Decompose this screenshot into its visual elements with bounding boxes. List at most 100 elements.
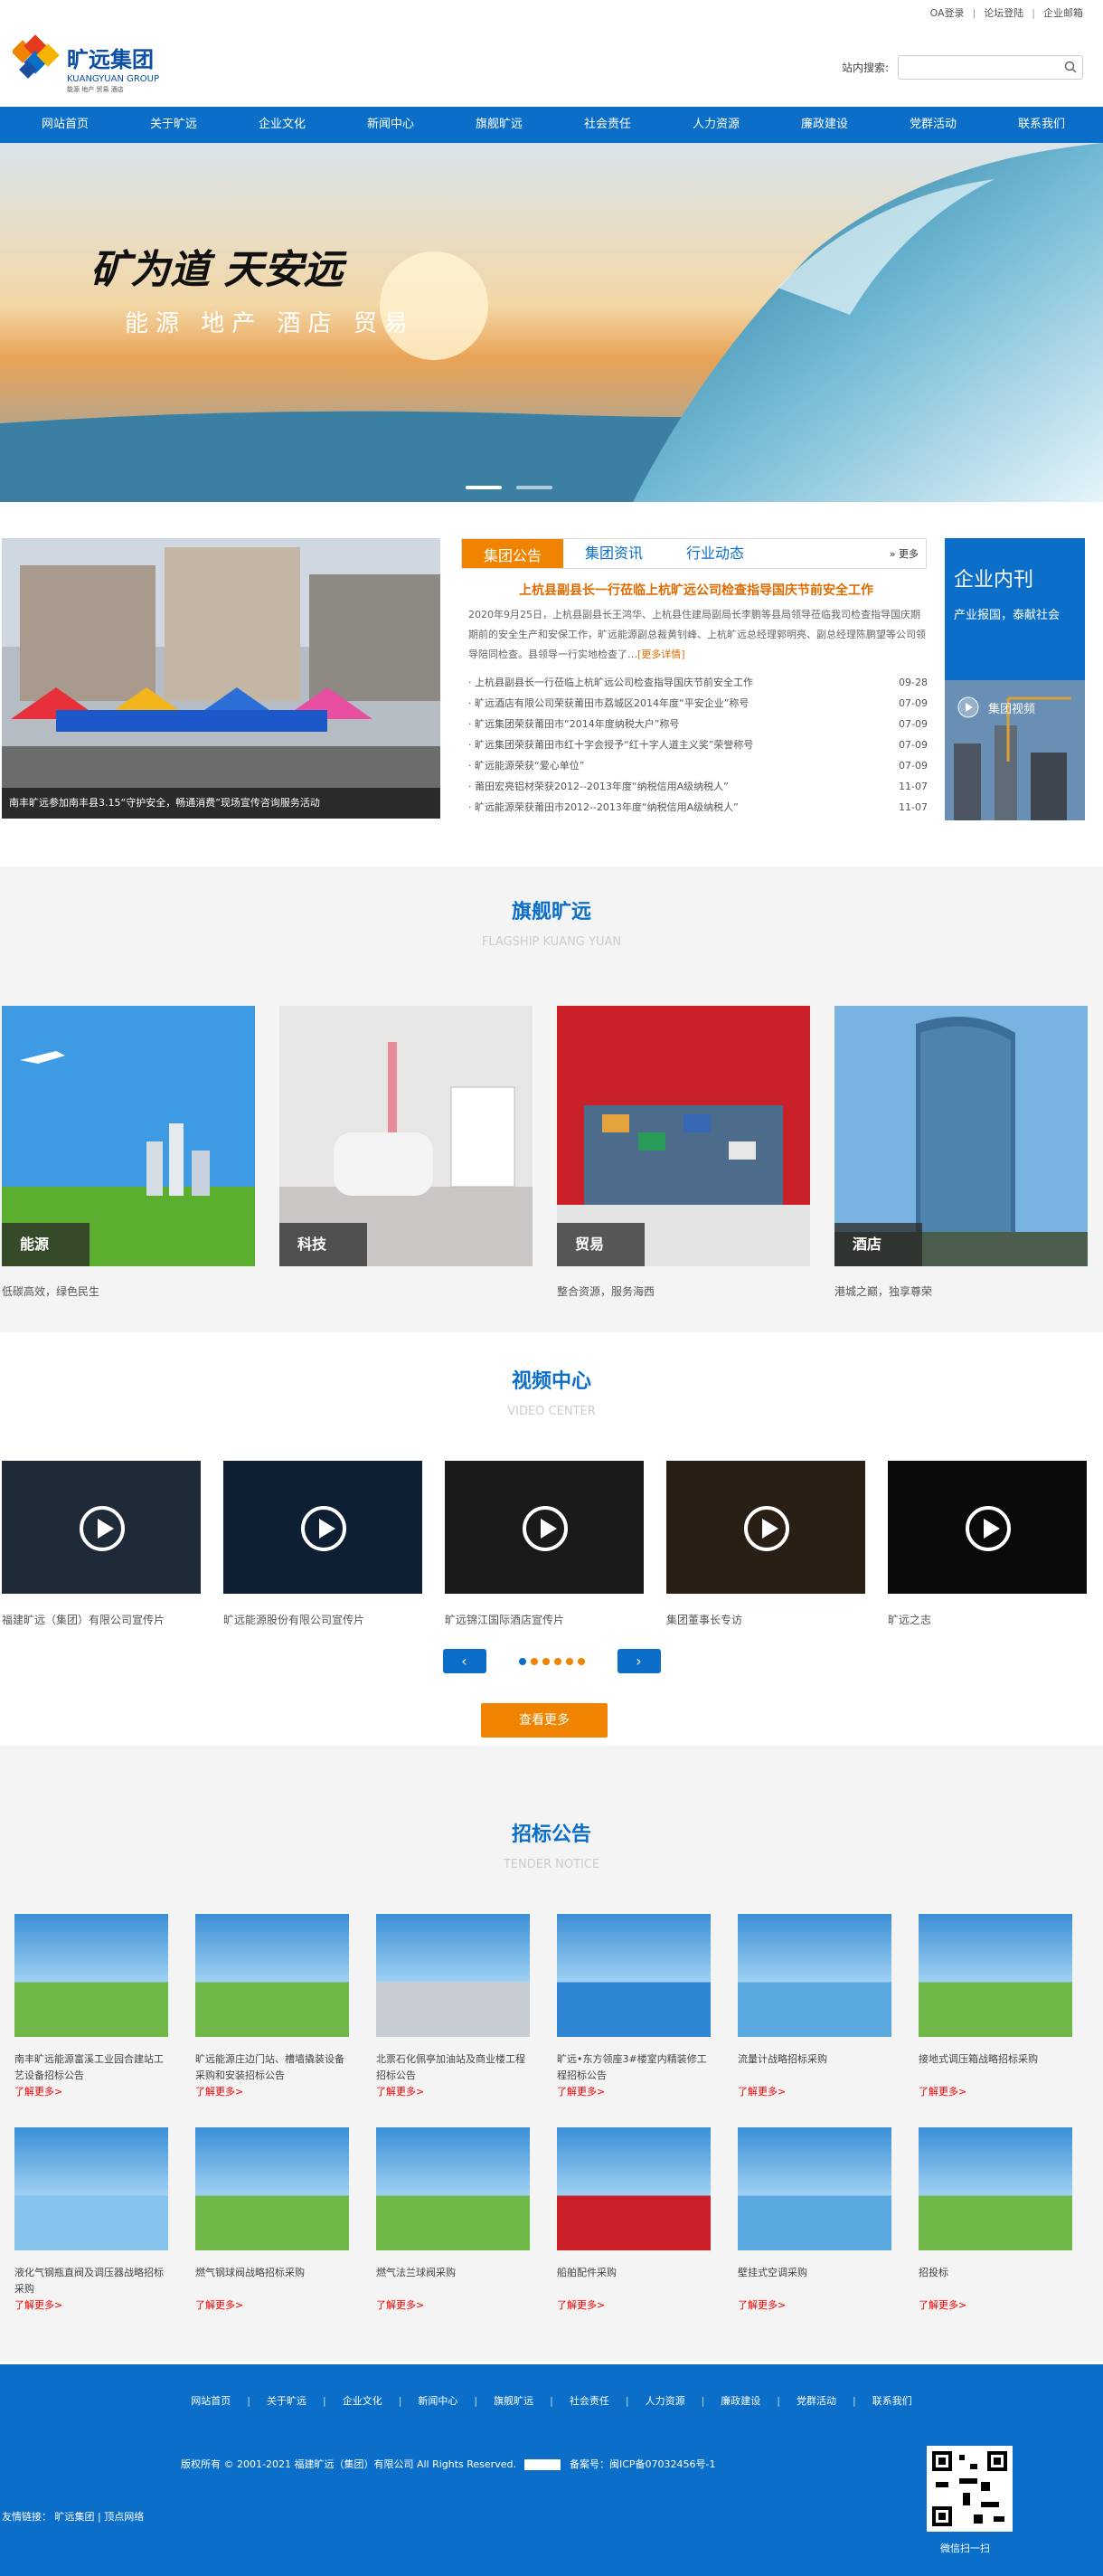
tender-item[interactable]: 招投标 了解更多> [919, 2127, 1072, 2341]
nav-hr[interactable]: 人力资源 [662, 107, 770, 143]
footer-nav-item[interactable]: 社会责任 [570, 2393, 609, 2408]
nav-responsibility[interactable]: 社会责任 [553, 107, 662, 143]
tender-title[interactable]: 南丰旷远能源富溪工业园合建站工艺设备招标公告 [14, 2051, 168, 2084]
email-link[interactable]: 企业邮箱 [1043, 5, 1083, 20]
magazine-card[interactable]: 企业内刊 产业报国，泰献社会 集团视频 [945, 538, 1085, 820]
list-item[interactable]: 旷远集团荣获莆田市“2014年度纳税大户”称号 07-09 [468, 714, 928, 734]
learn-more-link[interactable]: 了解更多> [195, 2084, 349, 2098]
nav-news[interactable]: 新闻中心 [336, 107, 445, 143]
tender-title[interactable]: 壁挂式空调采购 [738, 2265, 891, 2297]
nav-flagship[interactable]: 旗舰旷远 [445, 107, 553, 143]
logo[interactable]: 旷远集团 KUANGYUAN GROUP 能源 地产 贸易 酒店 [13, 34, 203, 96]
tender-item[interactable]: 北票石化佩亭加油站及商业楼工程招标公告 了解更多> [376, 1914, 530, 2127]
tender-item[interactable]: 旷远能源庄边门站、槽墙撬装设备采购和安装招标公告 了解更多> [195, 1914, 349, 2127]
news-detail-link[interactable]: [更多详情] [637, 649, 685, 660]
tender-item[interactable]: 船舶配件采购 了解更多> [557, 2127, 711, 2341]
list-item[interactable]: 旷远能源荣获莆田市2012--2013年度“纳税信用A级纳税人” 11-07 [468, 797, 928, 818]
learn-more-link[interactable]: 了解更多> [14, 2084, 168, 2098]
learn-more-link[interactable]: 了解更多> [376, 2297, 530, 2312]
video-item[interactable]: 福建旷远（集团）有限公司宣传片 [2, 1461, 201, 1627]
nav-integrity[interactable]: 廉政建设 [770, 107, 879, 143]
footer-nav-item[interactable]: 网站首页 [191, 2393, 231, 2408]
tender-item[interactable]: 燃气法兰球阀采购 了解更多> [376, 2127, 530, 2341]
tender-title[interactable]: 旷远能源庄边门站、槽墙撬装设备采购和安装招标公告 [195, 2051, 349, 2084]
pager-dot[interactable] [553, 1657, 561, 1665]
pager-dot[interactable] [518, 1657, 526, 1665]
banner-dot[interactable] [466, 486, 502, 489]
learn-more-link[interactable]: 了解更多> [557, 2084, 711, 2098]
footer-nav-item[interactable]: 党群活动 [797, 2393, 836, 2408]
footer-nav-item[interactable]: 新闻中心 [418, 2393, 457, 2408]
nav-home[interactable]: 网站首页 [11, 107, 119, 143]
group-video-button[interactable]: 集团视频 [957, 696, 1035, 718]
tender-item[interactable]: 旷远•东方领座3#楼室内精装修工程招标公告 了解更多> [557, 1914, 711, 2127]
video-item[interactable]: 旷远锦江国际酒店宣传片 [445, 1461, 644, 1627]
list-item[interactable]: 旷远能源荣获“爱心单位” 07-09 [468, 755, 928, 776]
tender-title[interactable]: 流量计战略招标采购 [738, 2051, 891, 2084]
next-button[interactable]: › [617, 1649, 661, 1673]
learn-more-link[interactable]: 了解更多> [376, 2084, 530, 2098]
news-headline[interactable]: 上杭县副县长一行莅临上杭旷远公司检查指导国庆节前安全工作 [470, 581, 922, 599]
learn-more-link[interactable]: 了解更多> [557, 2297, 711, 2312]
tender-title[interactable]: 北票石化佩亭加油站及商业楼工程招标公告 [376, 2051, 530, 2084]
pager-dot[interactable] [530, 1657, 538, 1665]
learn-more-link[interactable]: 了解更多> [14, 2297, 168, 2312]
tender-item[interactable]: 接地式调压箱战略招标采购 了解更多> [919, 1914, 1072, 2127]
nav-party[interactable]: 党群活动 [879, 107, 987, 143]
search-icon[interactable] [1064, 61, 1077, 73]
tab-group-notice[interactable]: 集团公告 [462, 539, 563, 568]
news-photo[interactable]: 南丰旷远参加南丰县3.15“守护安全，畅通消费”现场宣传咨询服务活动 [2, 538, 440, 819]
tender-item[interactable]: 燃气钢球阀战略招标采购 了解更多> [195, 2127, 349, 2341]
tender-title[interactable]: 旷远•东方领座3#楼室内精装修工程招标公告 [557, 2051, 711, 2084]
list-item[interactable]: 莆田宏亮铝材荣获2012--2013年度“纳税信用A级纳税人” 11-07 [468, 776, 928, 797]
search-input[interactable] [898, 55, 1083, 80]
flagship-item-hotel[interactable]: 酒店 港城之巅，独享尊荣 [834, 1006, 1088, 1299]
group-video-tile[interactable]: 集团视频 [945, 680, 1085, 820]
tender-title[interactable]: 招投标 [919, 2265, 1072, 2297]
footer-nav-item[interactable]: 关于旷远 [267, 2393, 306, 2408]
learn-more-link[interactable]: 了解更多> [738, 2297, 891, 2312]
tender-item[interactable]: 液化气钢瓶直阀及调压器战略招标采购 了解更多> [14, 2127, 168, 2341]
footer-nav-item[interactable]: 联系我们 [872, 2393, 912, 2408]
friend-link[interactable]: 顶点网络 [104, 2511, 144, 2523]
nav-contact[interactable]: 联系我们 [987, 107, 1096, 143]
list-item[interactable]: 上杭县副县长一行莅临上杭旷远公司检查指导国庆节前安全工作 09-28 [468, 672, 928, 693]
news-more-link[interactable]: » 更多 [890, 546, 919, 561]
oa-login-link[interactable]: OA登录 [930, 5, 965, 20]
friend-link[interactable]: 旷远集团 [55, 2511, 95, 2523]
tab-industry[interactable]: 行业动态 [665, 539, 766, 568]
learn-more-link[interactable]: 了解更多> [919, 2297, 1072, 2312]
learn-more-link[interactable]: 了解更多> [738, 2084, 891, 2098]
footer-nav-item[interactable]: 企业文化 [343, 2393, 382, 2408]
tender-title[interactable]: 燃气法兰球阀采购 [376, 2265, 530, 2297]
flagship-item-energy[interactable]: 能源 低碳高效，绿色民生 [2, 1006, 255, 1299]
hero-banner[interactable]: 矿为道 天安远 能源 地产 酒店 贸易 [0, 143, 1103, 502]
flagship-item-trade[interactable]: 贸易 整合资源，服务海西 [557, 1006, 810, 1299]
view-more-button[interactable]: 查看更多 [481, 1703, 608, 1738]
learn-more-link[interactable]: 了解更多> [919, 2084, 1072, 2098]
prev-button[interactable]: ‹ [442, 1649, 486, 1673]
tender-title[interactable]: 液化气钢瓶直阀及调压器战略招标采购 [14, 2265, 168, 2297]
tender-item[interactable]: 南丰旷远能源富溪工业园合建站工艺设备招标公告 了解更多> [14, 1914, 168, 2127]
nav-about[interactable]: 关于旷远 [119, 107, 228, 143]
footer-nav-item[interactable]: 旗舰旷远 [494, 2393, 533, 2408]
pager-dot[interactable] [577, 1657, 585, 1665]
video-item[interactable]: 旷远能源股份有限公司宣传片 [223, 1461, 422, 1627]
tender-item[interactable]: 流量计战略招标采购 了解更多> [738, 1914, 891, 2127]
pager-dot[interactable] [565, 1657, 573, 1665]
banner-dot[interactable] [516, 486, 552, 489]
video-item[interactable]: 集团董事长专访 [666, 1461, 865, 1627]
tab-group-info[interactable]: 集团资讯 [563, 539, 665, 568]
tender-title[interactable]: 船舶配件采购 [557, 2265, 711, 2297]
nav-culture[interactable]: 企业文化 [228, 107, 336, 143]
pager-dot[interactable] [542, 1657, 550, 1665]
footer-nav-item[interactable]: 人力资源 [646, 2393, 685, 2408]
learn-more-link[interactable]: 了解更多> [195, 2297, 349, 2312]
list-item[interactable]: 旷远集团荣获莆田市红十字会授予“红十字人道主义奖”荣誉称号 07-09 [468, 734, 928, 755]
video-item[interactable]: 旷远之志 [888, 1461, 1087, 1627]
list-item[interactable]: 旷远酒店有限公司荣获莆田市荔城区2014年度“平安企业”称号 07-09 [468, 693, 928, 714]
footer-nav-item[interactable]: 廉政建设 [721, 2393, 760, 2408]
tender-title[interactable]: 燃气钢球阀战略招标采购 [195, 2265, 349, 2297]
forum-login-link[interactable]: 论坛登陆 [984, 5, 1023, 20]
tender-title[interactable]: 接地式调压箱战略招标采购 [919, 2051, 1072, 2084]
